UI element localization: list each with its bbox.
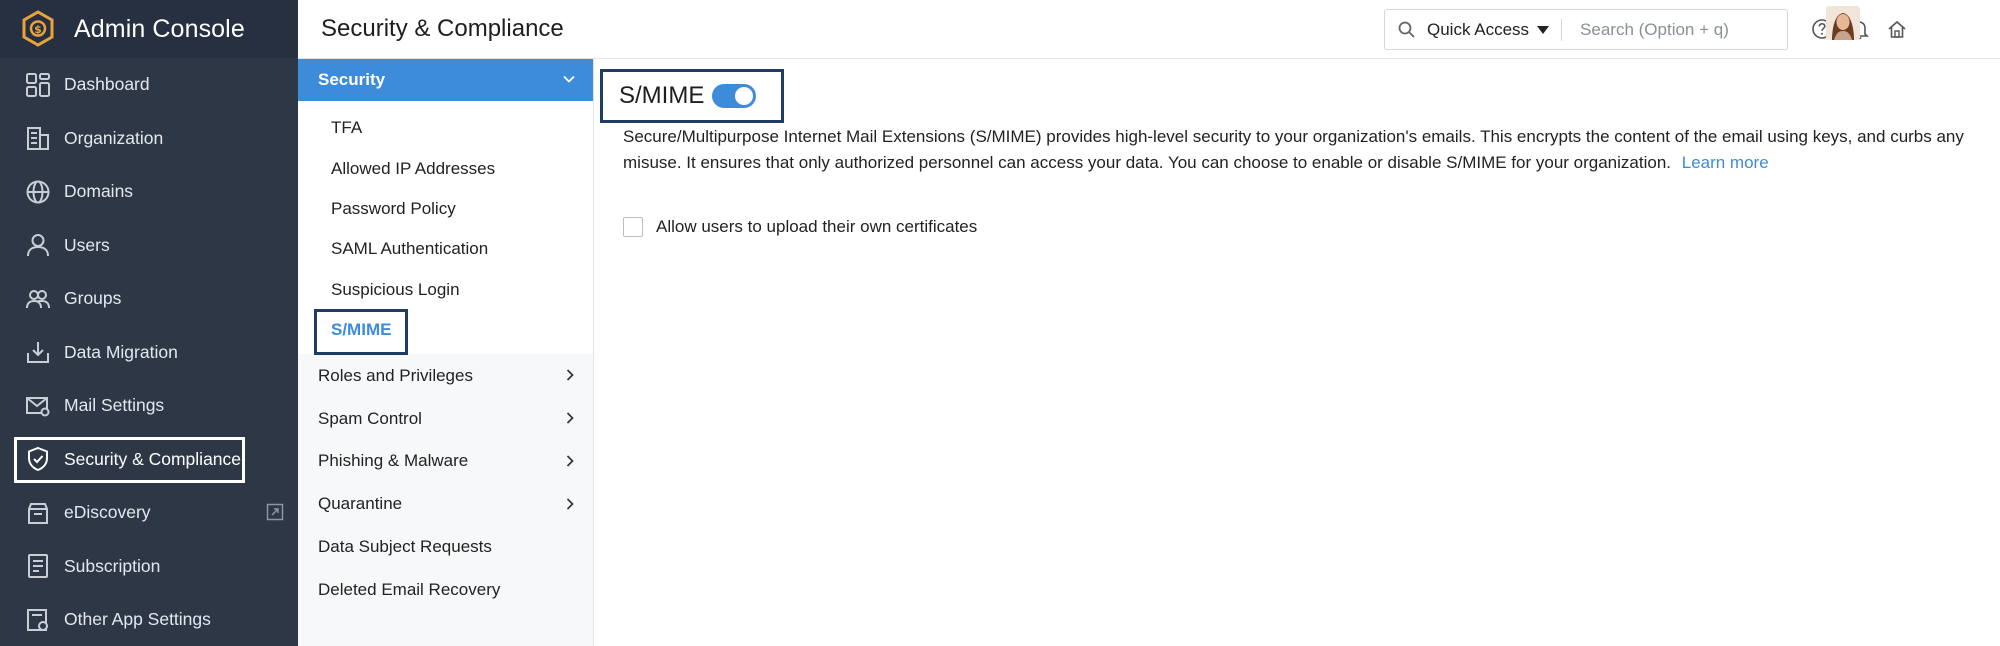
smime-header: S/MIME [600, 69, 784, 123]
left-nav: $ Admin Console Dashboard Organization D… [0, 0, 298, 646]
avatar[interactable] [1826, 6, 1860, 40]
section-title: Security [318, 70, 386, 89]
dashboard-icon [24, 71, 52, 99]
chevron-right-icon [566, 412, 574, 424]
nav-item-label: Users [64, 234, 110, 255]
group-label: Phishing & Malware [318, 451, 469, 471]
allow-upload-certificates-option[interactable]: Allow users to upload their own certific… [623, 217, 977, 237]
smime-heading: S/MIME [619, 82, 705, 109]
quick-access-label: Quick Access [1427, 19, 1530, 39]
mail-settings-icon [24, 392, 52, 420]
nav-item-label: Groups [64, 288, 122, 309]
data-migration-icon [24, 338, 52, 366]
svg-text:$: $ [34, 23, 42, 36]
home-icon[interactable] [1886, 18, 1908, 40]
chevron-right-icon [566, 498, 574, 510]
nav-item-label: Data Migration [64, 341, 178, 362]
brand: $ Admin Console [0, 0, 298, 58]
subnav-item-suspicious-login[interactable]: Suspicious Login [298, 270, 593, 310]
smime-description: Secure/Multipurpose Internet Mail Extens… [623, 124, 1983, 176]
subnav-item-label: S/MIME [331, 320, 392, 340]
subnav-item-tfa[interactable]: TFA [298, 108, 593, 148]
groups-icon [24, 285, 52, 313]
app-title: Admin Console [74, 14, 245, 43]
app-settings-icon [24, 606, 52, 634]
main-content: S/MIME Secure/Multipurpose Internet Mail… [596, 59, 2000, 646]
search-icon [1398, 21, 1415, 38]
nav-item-label: Organization [64, 127, 164, 148]
nav-item-subscription[interactable]: Subscription [0, 540, 298, 594]
subnav-item-allowed-ip[interactable]: Allowed IP Addresses [298, 148, 593, 188]
chevron-right-icon [566, 369, 574, 381]
top-bar: Security & Compliance Quick Access [298, 0, 2000, 59]
nav-item-organization[interactable]: Organization [0, 112, 298, 166]
nav-item-groups[interactable]: Groups [0, 272, 298, 326]
subnav-group-spam[interactable]: Spam Control [298, 397, 593, 440]
page-title: Security & Compliance [321, 15, 564, 42]
caret-down-icon [1537, 25, 1550, 34]
left-nav-list: Dashboard Organization Domains Users Gro… [0, 58, 298, 646]
security-subnav: Security TFA Allowed IP Addresses Passwo… [298, 59, 594, 646]
nav-item-data-migration[interactable]: Data Migration [0, 326, 298, 380]
checkbox-label: Allow users to upload their own certific… [656, 217, 978, 236]
subnav-item-password-policy[interactable]: Password Policy [298, 189, 593, 229]
subnav-group-quarantine[interactable]: Quarantine [298, 483, 593, 526]
security-subitems: TFA Allowed IP Addresses Password Policy… [298, 101, 593, 355]
nav-item-label: Dashboard [64, 74, 150, 95]
chevron-down-icon [563, 75, 575, 83]
shield-icon [24, 445, 52, 473]
nav-item-label: eDiscovery [64, 502, 151, 523]
divider [1561, 18, 1563, 41]
security-section-header[interactable]: Security [298, 59, 593, 101]
nav-item-label: Mail Settings [64, 395, 165, 416]
subnav-link-data-subject[interactable]: Data Subject Requests [298, 526, 593, 569]
subnav-item-saml[interactable]: SAML Authentication [298, 229, 593, 269]
nav-item-users[interactable]: Users [0, 219, 298, 273]
globe-icon [24, 178, 52, 206]
nav-item-security-compliance[interactable]: Security & Compliance [0, 433, 298, 487]
group-label: Quarantine [318, 494, 403, 514]
nav-item-label: Other App Settings [64, 609, 211, 630]
nav-item-label: Subscription [64, 555, 161, 576]
subnav-link-deleted-email[interactable]: Deleted Email Recovery [298, 568, 593, 611]
external-link-icon[interactable] [266, 503, 284, 521]
nav-item-ediscovery[interactable]: eDiscovery [0, 486, 298, 540]
nav-item-label: Domains [64, 181, 134, 202]
search-bar: Quick Access [1384, 9, 1788, 50]
subscription-icon [24, 552, 52, 580]
chevron-right-icon [566, 455, 574, 467]
admin-console-logo-icon: $ [18, 9, 58, 49]
user-icon [24, 231, 52, 259]
nav-item-label: Security & Compliance [64, 448, 242, 469]
nav-item-domains[interactable]: Domains [0, 165, 298, 219]
subnav-item-smime[interactable]: S/MIME [298, 308, 593, 355]
group-label: Spam Control [318, 408, 422, 428]
ediscovery-icon [24, 499, 52, 527]
search-input[interactable] [1580, 19, 1781, 40]
allow-upload-checkbox[interactable] [623, 217, 643, 237]
subnav-group-phishing[interactable]: Phishing & Malware [298, 440, 593, 483]
quick-access-dropdown[interactable]: Quick Access [1427, 19, 1550, 40]
subnav-group-roles[interactable]: Roles and Privileges [298, 354, 593, 397]
organization-icon [24, 124, 52, 152]
toggle-knob [735, 87, 754, 105]
nav-item-dashboard[interactable]: Dashboard [0, 58, 298, 112]
group-label: Roles and Privileges [318, 365, 473, 385]
smime-toggle[interactable] [712, 84, 757, 108]
nav-item-mail-settings[interactable]: Mail Settings [0, 379, 298, 433]
learn-more-link[interactable]: Learn more [1682, 153, 1769, 172]
nav-item-other-app-settings[interactable]: Other App Settings [0, 593, 298, 646]
